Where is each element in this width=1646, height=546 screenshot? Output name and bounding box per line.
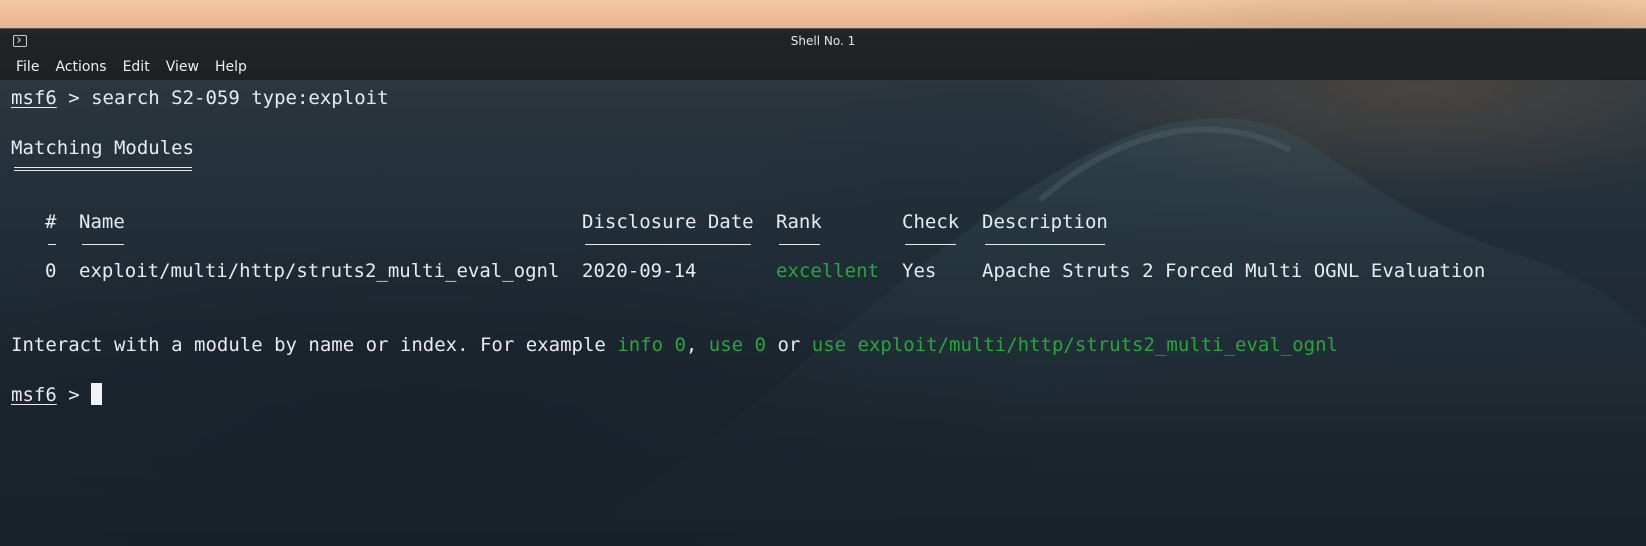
command-text: search S2-059 type:exploit [91,87,389,109]
command-line: msf6 > search S2-059 type:exploit [11,86,389,110]
hint-separator-2: or [766,334,812,356]
hint-use-index-command: use 0 [708,334,766,356]
prompt-separator-current: > [56,384,92,406]
col-date: Disclosure Date [582,211,754,233]
underline-check [905,244,956,245]
col-check: Check [902,211,960,233]
underline-name [82,244,124,245]
hint-info-command: info 0 [617,334,686,356]
heading-underline [14,167,192,171]
col-description: Description [982,211,1108,233]
row-index: 0 [45,260,57,282]
hint-separator-1: , [685,334,709,356]
underline-date [585,244,751,245]
menu-edit[interactable]: Edit [115,59,158,75]
underline-description [985,244,1105,245]
menu-actions[interactable]: Actions [47,59,114,75]
prompt-label: msf6 [11,87,57,109]
hint-use-path-command: use exploit/multi/http/struts2_multi_eva… [811,334,1338,356]
table-header: # Name Disclosure Date Rank Check Descri… [11,210,1611,234]
row-rank: excellent [776,260,879,282]
section-heading: Matching Modules [11,137,195,159]
row-date: 2020-09-14 [582,260,697,282]
row-description: Apache Struts 2 Forced Multi OGNL Evalua… [982,260,1486,282]
prompt-label-current: msf6 [11,384,57,406]
hint-prefix: Interact with a module by name or index.… [11,334,618,356]
menu-help[interactable]: Help [207,59,255,75]
col-index: # [45,211,57,233]
table-row[interactable]: 0 exploit/multi/http/struts2_multi_eval_… [11,259,1611,283]
col-rank: Rank [776,211,822,233]
current-prompt-line[interactable]: msf6 > [11,383,103,407]
col-name: Name [79,211,125,233]
menu-file[interactable]: File [8,59,47,75]
underline-index [48,244,56,245]
text-cursor [91,383,103,405]
hint-line: Interact with a module by name or index.… [11,333,1338,357]
terminal-output[interactable]: msf6 > search S2-059 type:exploit Matchi… [11,83,1646,546]
row-name: exploit/multi/http/struts2_multi_eval_og… [79,260,560,282]
menu-bar: File Actions Edit View Help [0,54,1646,80]
underline-rank [779,244,820,245]
menu-view[interactable]: View [158,59,207,75]
prompt-separator: > [56,87,92,109]
title-bar: Shell No. 1 [0,29,1646,54]
window-title: Shell No. 1 [790,34,856,48]
row-check: Yes [902,260,937,282]
terminal-window: Shell No. 1 File Actions Edit View Help … [0,28,1646,546]
